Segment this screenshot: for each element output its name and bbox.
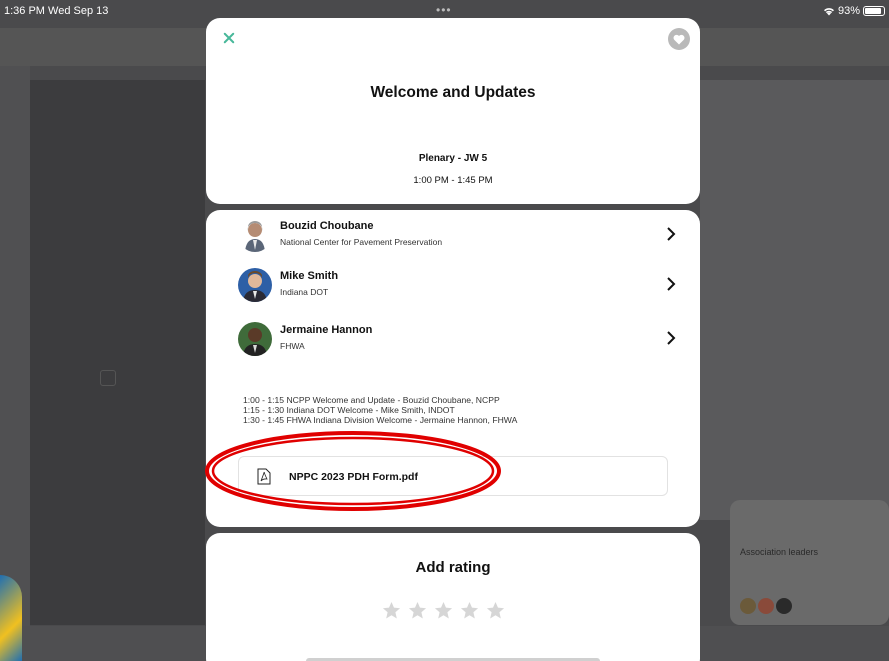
speaker-row-mike-smith[interactable]: Mike Smith Indiana DOT (238, 268, 678, 308)
session-time: 1:00 PM - 1:45 PM (413, 175, 493, 186)
attachment-filename: NPPC 2023 PDH Form.pdf (289, 471, 418, 483)
speaker-name: Jermaine Hannon (280, 324, 373, 336)
battery-percent: 93% (837, 5, 860, 17)
pdf-icon (257, 468, 271, 485)
star-icon[interactable] (460, 601, 479, 620)
agenda-line: 1:15 - 1:30 Indiana DOT Welcome - Mike S… (243, 405, 455, 415)
background-tile (100, 370, 116, 386)
background-avatars (740, 598, 792, 614)
speaker-organization: FHWA (280, 341, 305, 351)
chevron-right-icon[interactable] (664, 226, 678, 242)
speaker-avatar (238, 322, 272, 356)
multitasking-dots[interactable]: ••• (436, 3, 452, 17)
rating-title: Add rating (415, 559, 491, 576)
star-icon[interactable] (408, 601, 427, 620)
star-icon[interactable] (382, 601, 401, 620)
battery-icon (863, 6, 885, 16)
speakers-card: Bouzid Choubane National Center for Pave… (206, 210, 700, 527)
favorite-heart-icon[interactable] (668, 28, 690, 50)
status-time: 1:36 PM Wed Sep 13 (4, 5, 109, 17)
background-right-panel (700, 80, 889, 520)
agenda-line: 1:30 - 1:45 FHWA Indiana Division Welcom… (243, 415, 518, 425)
star-rating[interactable] (382, 601, 505, 620)
speaker-name: Mike Smith (280, 270, 339, 282)
wifi-icon (823, 8, 834, 16)
session-title: Welcome and Updates (370, 84, 536, 101)
agenda-line: 1:00 - 1:15 NCPP Welcome and Update - Bo… (243, 395, 500, 405)
session-room: Plenary - JW 5 (418, 153, 488, 164)
speaker-name: Bouzid Choubane (280, 220, 374, 232)
chevron-right-icon[interactable] (664, 276, 678, 292)
speaker-organization: Indiana DOT (280, 287, 329, 297)
chevron-right-icon[interactable] (664, 330, 678, 346)
status-right: 93% (823, 5, 885, 17)
background-logo (0, 575, 22, 661)
background-content (30, 80, 205, 625)
speaker-row-bouzid-choubane[interactable]: Bouzid Choubane National Center for Pave… (238, 218, 678, 258)
session-header-card: Welcome and Updates Plenary - JW 5 1:00 … (206, 18, 700, 204)
speaker-organization: National Center for Pavement Preservatio… (280, 237, 443, 247)
speaker-avatar (238, 218, 272, 252)
background-card-text: Association leaders (740, 547, 819, 557)
speaker-avatar (238, 268, 272, 302)
pdf-attachment-button[interactable]: NPPC 2023 PDH Form.pdf (238, 456, 668, 496)
session-description: 1:00 - 1:15 NCPP Welcome and Update - Bo… (243, 395, 517, 425)
speaker-row-jermaine-hannon[interactable]: Jermaine Hannon FHWA (238, 322, 678, 362)
rating-card: Add rating (206, 533, 700, 661)
close-icon[interactable] (220, 30, 238, 48)
star-icon[interactable] (486, 601, 505, 620)
star-icon[interactable] (434, 601, 453, 620)
background-sidebar (0, 66, 30, 626)
